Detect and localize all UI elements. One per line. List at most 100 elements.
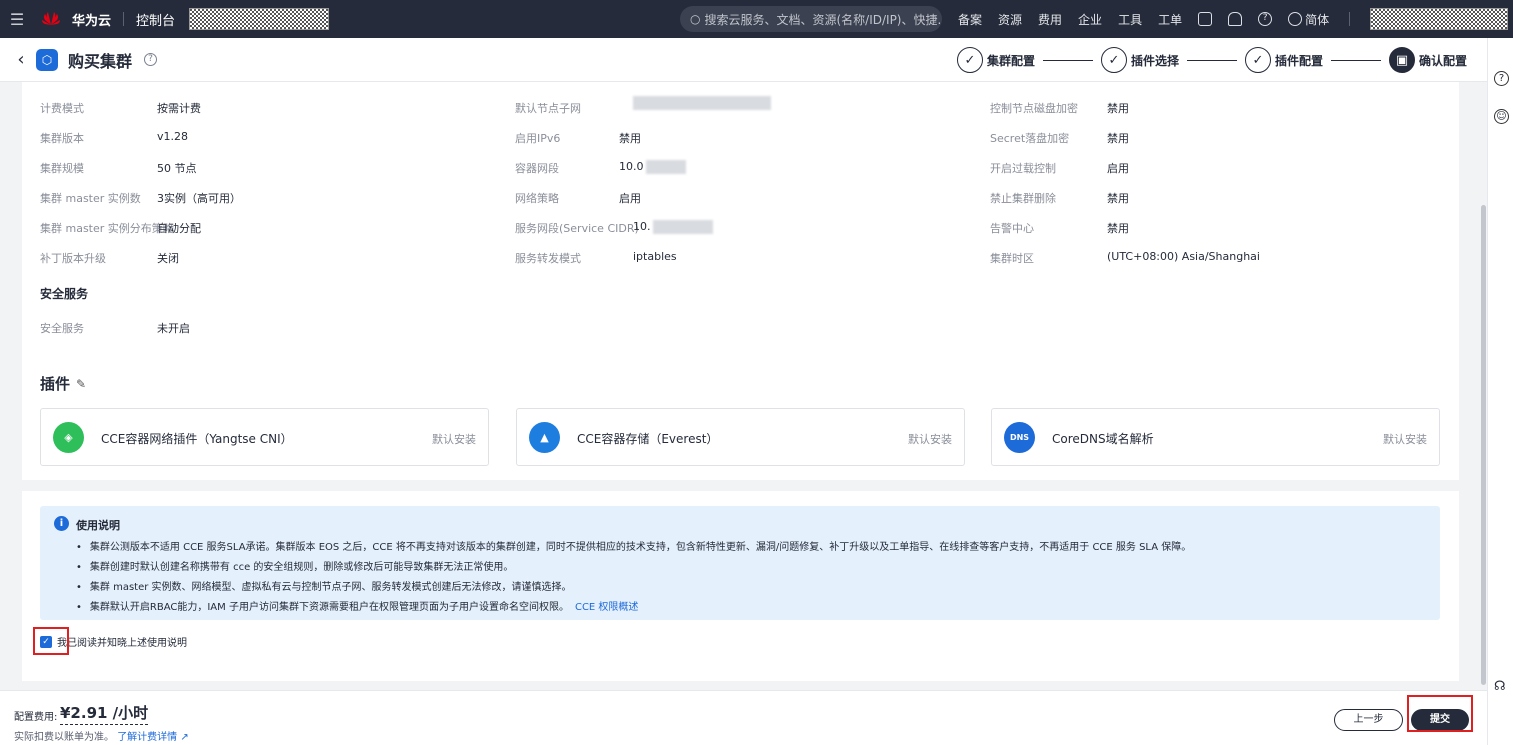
notice-card: i 使用说明 集群公测版本不适用 CCE 服务SLA承诺。集群版本 EOS 之后…: [22, 491, 1459, 681]
detail-value: 禁用: [1107, 132, 1129, 145]
cidr-prefix: 10.: [633, 220, 651, 233]
check-icon: ✓: [1100, 47, 1127, 73]
step-plugin-config[interactable]: ✓ 插件配置: [1244, 47, 1323, 73]
previous-step-button[interactable]: 上一步: [1334, 709, 1403, 731]
plugin-card-coredns[interactable]: DNS CoreDNS域名解析 默认安装: [991, 408, 1440, 466]
cloud-shell-icon[interactable]: [1198, 12, 1213, 26]
right-rail: ? ☺: [1487, 38, 1513, 745]
clipboard-icon: ▣: [1388, 47, 1415, 73]
nav-links: 备案 资源 费用 企业 工具 工单 ? 简体: [958, 0, 1509, 38]
cce-permissions-link[interactable]: CCE 权限概述: [575, 602, 638, 613]
config-summary-card: 计费模式 按需计费 集群版本 v1.28 集群规模 50 节点 集群 maste…: [22, 82, 1459, 480]
plugin-card-everest[interactable]: ▲ CCE容器存储（Everest） 默认安装: [516, 408, 965, 466]
nav-link-tools[interactable]: 工具: [1118, 11, 1142, 28]
step-cluster-config[interactable]: ✓ 集群配置: [956, 47, 1035, 73]
detail-label: 启用IPv6: [515, 132, 561, 145]
fee-note: 实际扣费以账单为准。 了解计费详情 ↗: [14, 728, 189, 743]
plugin-status: 默认安装: [908, 433, 952, 446]
notice-item: 集群创建时默认创建名称携带有 cce 的安全组规则，删除或修改后可能导致集群无法…: [76, 558, 514, 573]
detail-label: 服务转发模式: [515, 252, 581, 265]
detail-value: v1.28: [157, 130, 189, 143]
nav-link-beian[interactable]: 备案: [958, 11, 982, 28]
info-icon: i: [54, 516, 69, 531]
detail-label: 计费模式: [40, 102, 84, 115]
step-confirm-config: ▣ 确认配置: [1388, 47, 1467, 73]
plugin-status: 默认安装: [1383, 433, 1427, 446]
detail-value: 禁用: [619, 132, 641, 145]
detail-label: 集群时区: [990, 252, 1034, 265]
language-switch[interactable]: 简体: [1288, 11, 1329, 28]
step-label: 集群配置: [986, 53, 1035, 68]
search-input[interactable]: ○ 搜索云服务、文档、资源(名称/ID/IP)、快捷...: [680, 6, 942, 32]
back-arrow-icon[interactable]: ‹: [6, 49, 36, 70]
detail-label: 告警中心: [990, 222, 1034, 235]
billing-details-link[interactable]: 了解计费详情 ↗: [117, 732, 189, 743]
customer-service-headset-icon[interactable]: ☊: [1494, 679, 1506, 694]
scrollbar[interactable]: [1481, 205, 1486, 685]
edit-pencil-icon[interactable]: ✎: [76, 377, 86, 391]
detail-label: 服务网段(Service CIDR): [515, 222, 639, 235]
feedback-smile-icon[interactable]: ☺: [1494, 109, 1509, 124]
wizard-steps: ✓ 集群配置 ✓ 插件选择 ✓ 插件配置 ▣ 确认配置: [956, 45, 1467, 75]
nav-link-tickets[interactable]: 工单: [1158, 11, 1182, 28]
detail-label: Secret落盘加密: [990, 132, 1070, 145]
huawei-logo[interactable]: 华为云: [40, 10, 111, 29]
step-connector: [1186, 59, 1237, 61]
help-icon[interactable]: ?: [1258, 12, 1273, 26]
detail-value: 未开启: [157, 322, 190, 335]
storage-plugin-icon: ▲: [529, 422, 560, 453]
page-header: ‹ ⬡ 购买集群 ? ✓ 集群配置 ✓ 插件选择 ✓ 插件配置 ▣ 确认配置: [0, 38, 1487, 82]
masked-account-name[interactable]: [1370, 8, 1509, 30]
agree-label: 我已阅读并知晓上述使用说明: [57, 638, 187, 649]
detail-value: 禁用: [1107, 102, 1129, 115]
search-placeholder: 搜索云服务、文档、资源(名称/ID/IP)、快捷...: [704, 12, 942, 27]
menu-icon[interactable]: ☰: [0, 10, 34, 29]
detail-value: 50 节点: [157, 162, 197, 175]
detail-value: 按需计费: [157, 102, 201, 115]
help-icon[interactable]: ?: [144, 53, 158, 66]
nav-divider-2: [1349, 12, 1351, 26]
detail-label: 补丁版本升级: [40, 252, 106, 265]
detail-value: 禁用: [1107, 192, 1129, 205]
help-icon[interactable]: ?: [1494, 71, 1509, 86]
plugin-name: CCE容器存储（Everest）: [577, 432, 719, 446]
notification-bell-icon[interactable]: [1228, 12, 1243, 26]
blurred-cidr: [652, 220, 713, 234]
fee-note-text: 实际扣费以账单为准。: [14, 732, 114, 743]
huawei-flower-icon: [40, 11, 62, 27]
plugins-section-title: 插件 ✎: [40, 373, 86, 394]
console-link[interactable]: 控制台: [136, 10, 175, 29]
plugin-card-yangtse[interactable]: ◈ CCE容器网络插件（Yangtse CNI） 默认安装: [40, 408, 489, 466]
notice-item: 集群 master 实例数、网络模型、虚拟私有云与控制节点子网、服务转发模式创建…: [76, 578, 572, 593]
detail-label: 集群版本: [40, 132, 84, 145]
nav-link-resources[interactable]: 资源: [998, 11, 1022, 28]
detail-value: iptables: [633, 250, 677, 263]
fee-value[interactable]: ¥2.91 /小时: [60, 702, 149, 725]
step-plugin-select[interactable]: ✓ 插件选择: [1100, 47, 1179, 73]
detail-value-masked: 10.: [633, 220, 713, 234]
language-label: 简体: [1305, 12, 1330, 27]
detail-value-masked: [633, 96, 771, 110]
detail-value: 启用: [619, 192, 641, 205]
detail-label: 禁止集群删除: [990, 192, 1056, 205]
brand-name: 华为云: [72, 13, 112, 29]
nav-link-enterprise[interactable]: 企业: [1078, 11, 1102, 28]
detail-label: 控制节点磁盘加密: [990, 102, 1078, 115]
detail-label: 网络策略: [515, 192, 559, 205]
footer-bar: 配置费用: ¥2.91 /小时 实际扣费以账单为准。 了解计费详情 ↗ 上一步 …: [0, 690, 1487, 745]
plugin-name: CCE容器网络插件（Yangtse CNI）: [101, 432, 293, 446]
step-label: 确认配置: [1418, 53, 1467, 68]
detail-label: 集群 master 实例分布策略: [40, 222, 174, 235]
detail-label: 开启过载控制: [990, 162, 1056, 175]
notice-item: 集群公测版本不适用 CCE 服务SLA承诺。集群版本 EOS 之后，CCE 将不…: [76, 538, 1191, 553]
masked-region-selector[interactable]: [189, 8, 330, 30]
cidr-prefix: 10.0: [619, 160, 644, 173]
network-plugin-icon: ◈: [53, 422, 84, 453]
nav-link-billing[interactable]: 费用: [1038, 11, 1062, 28]
notice-item: 集群默认开启RBAC能力，IAM 子用户访问集群下资源需要租户在权限管理页面为子…: [76, 598, 639, 613]
detail-value: 自动分配: [157, 222, 201, 235]
notice-title: 使用说明: [76, 519, 120, 532]
step-label: 插件配置: [1274, 53, 1323, 68]
step-connector: [1330, 59, 1381, 61]
detail-label: 安全服务: [40, 322, 84, 335]
